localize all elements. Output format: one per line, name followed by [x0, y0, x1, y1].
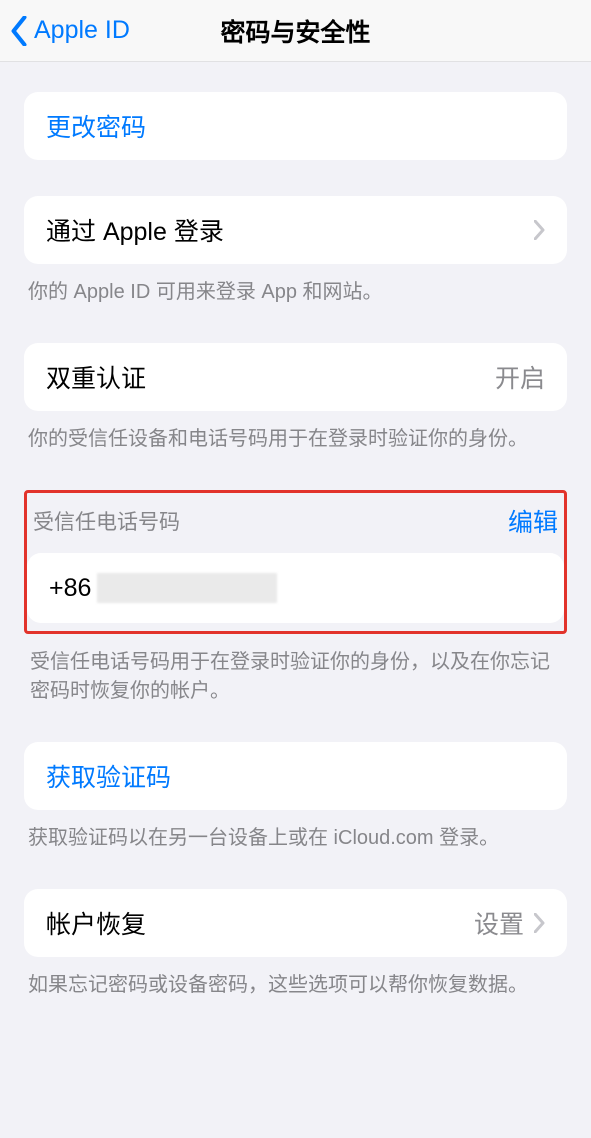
- change-password-row[interactable]: 更改密码: [24, 92, 567, 160]
- chevron-right-icon: [534, 913, 545, 933]
- trusted-phone-redacted: [97, 573, 277, 603]
- group-two-factor: 双重认证 开启 你的受信任设备和电话号码用于在登录时验证你的身份。: [0, 343, 591, 454]
- account-recovery-note: 如果忘记密码或设备密码，这些选项可以帮你恢复数据。: [0, 957, 591, 1000]
- account-recovery-value: 设置: [474, 905, 524, 941]
- trusted-phone-edit-button[interactable]: 编辑: [508, 503, 558, 539]
- trusted-phone-row[interactable]: +86: [27, 553, 564, 623]
- group-account-recovery: 帐户恢复 设置 如果忘记密码或设备密码，这些选项可以帮你恢复数据。: [0, 889, 591, 1000]
- signin-with-apple-note: 你的 Apple ID 可用来登录 App 和网站。: [0, 264, 591, 307]
- chevron-right-icon: [534, 220, 545, 240]
- group-signin-apple: 通过 Apple 登录 你的 Apple ID 可用来登录 App 和网站。: [0, 196, 591, 307]
- get-code-note: 获取验证码以在另一台设备上或在 iCloud.com 登录。: [0, 810, 591, 853]
- get-code-row[interactable]: 获取验证码: [24, 742, 567, 810]
- account-recovery-row[interactable]: 帐户恢复 设置: [24, 889, 567, 957]
- two-factor-label: 双重认证: [46, 359, 146, 395]
- trusted-phone-note: 受信任电话号码用于在登录时验证你的身份，以及在你忘记密码时恢复你的帐户。: [0, 634, 591, 706]
- group-change-password: 更改密码: [0, 92, 591, 160]
- back-label: Apple ID: [34, 16, 130, 45]
- trusted-phone-prefix: +86: [49, 574, 91, 603]
- change-password-label: 更改密码: [46, 108, 146, 144]
- group-get-code: 获取验证码 获取验证码以在另一台设备上或在 iCloud.com 登录。: [0, 742, 591, 853]
- account-recovery-label: 帐户恢复: [46, 905, 146, 941]
- two-factor-value: 开启: [495, 359, 545, 395]
- trusted-phone-highlight: 受信任电话号码 编辑 +86: [24, 490, 567, 634]
- back-button[interactable]: Apple ID: [0, 16, 130, 46]
- get-code-label: 获取验证码: [46, 758, 171, 794]
- chevron-left-icon: [10, 16, 28, 46]
- trusted-phone-header: 受信任电话号码: [33, 506, 180, 536]
- signin-with-apple-label: 通过 Apple 登录: [46, 212, 224, 248]
- two-factor-row[interactable]: 双重认证 开启: [24, 343, 567, 411]
- signin-with-apple-row[interactable]: 通过 Apple 登录: [24, 196, 567, 264]
- two-factor-note: 你的受信任设备和电话号码用于在登录时验证你的身份。: [0, 411, 591, 454]
- navbar: Apple ID 密码与安全性: [0, 0, 591, 62]
